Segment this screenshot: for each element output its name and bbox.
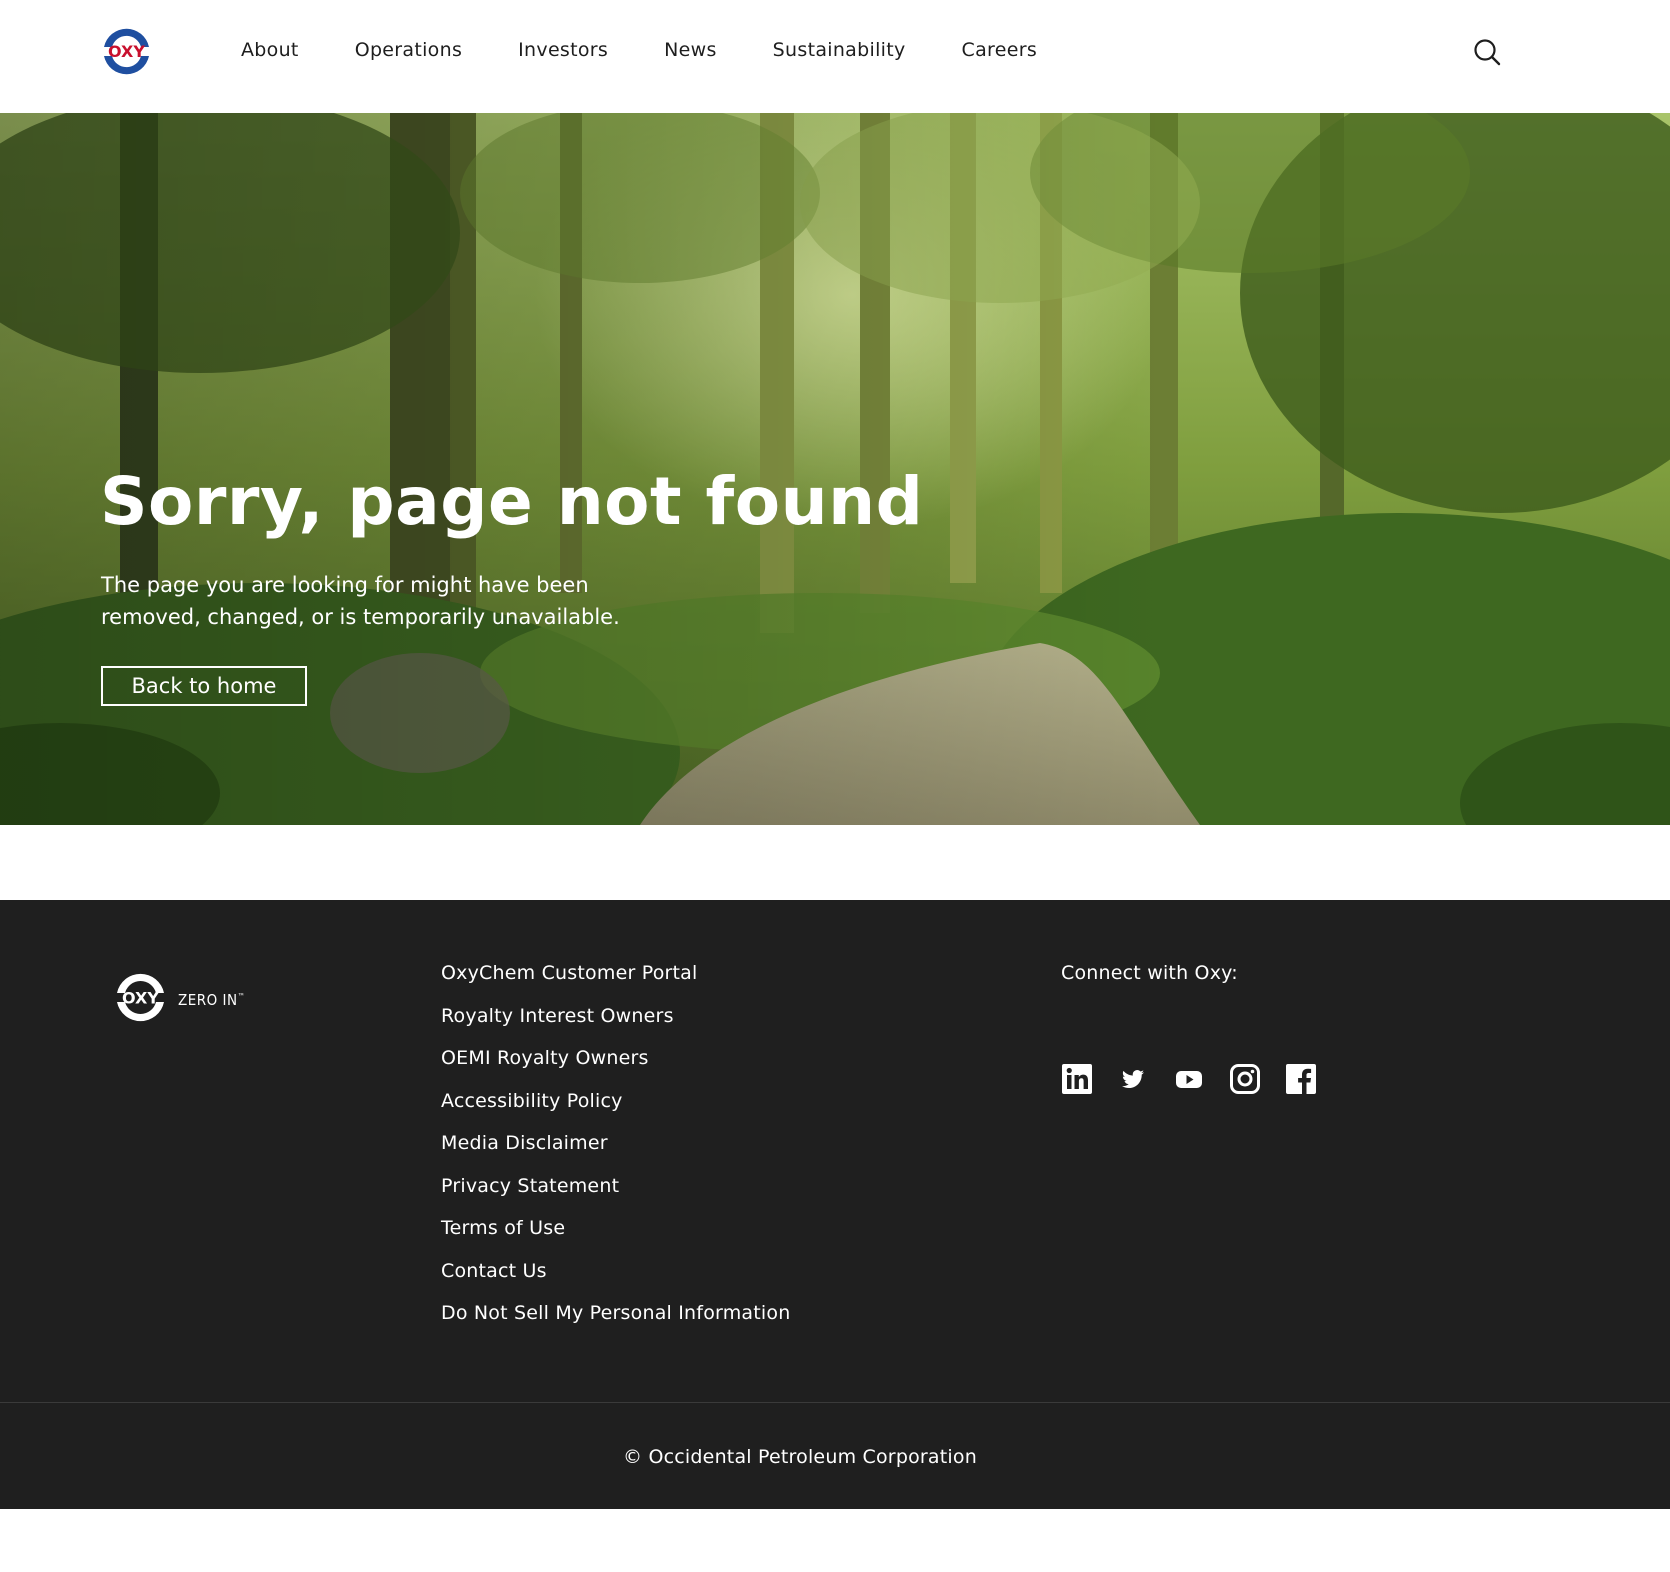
- main-nav: About Operations Investors News Sustaina…: [241, 0, 1093, 100]
- linkedin-icon[interactable]: [1061, 1063, 1093, 1095]
- facebook-icon[interactable]: [1285, 1063, 1317, 1095]
- search-icon[interactable]: [1472, 37, 1502, 67]
- footer-divider: [0, 1402, 1670, 1403]
- hero-banner: Sorry, page not found The page you are l…: [0, 113, 1670, 825]
- footer-logo-text: OXY: [122, 989, 159, 1008]
- footer-link-oemi-royalty-owners[interactable]: OEMI Royalty Owners: [441, 1047, 649, 1069]
- nav-careers[interactable]: Careers: [962, 39, 1038, 61]
- connect-label: Connect with Oxy:: [1061, 962, 1238, 984]
- copyright-text: © Occidental Petroleum Corporation: [623, 1446, 977, 1468]
- site-header: OXY About Operations Investors News Sust…: [0, 0, 1670, 113]
- footer-link-terms-of-use[interactable]: Terms of Use: [441, 1217, 565, 1239]
- footer-link-privacy-statement[interactable]: Privacy Statement: [441, 1175, 619, 1197]
- nav-about[interactable]: About: [241, 39, 299, 61]
- footer-links: OxyChem Customer Portal Royalty Interest…: [441, 962, 790, 1345]
- error-title: Sorry, page not found: [100, 463, 924, 540]
- footer-link-oxychem-portal[interactable]: OxyChem Customer Portal: [441, 962, 698, 984]
- footer-link-do-not-sell[interactable]: Do Not Sell My Personal Information: [441, 1302, 790, 1324]
- tagline-text: ZERO IN: [178, 991, 238, 1009]
- nav-news[interactable]: News: [664, 39, 717, 61]
- oxy-logo[interactable]: OXY: [100, 25, 153, 78]
- brand-tagline: ZERO IN™: [178, 991, 245, 1009]
- nav-investors[interactable]: Investors: [518, 39, 608, 61]
- trademark-mark: ™: [237, 992, 246, 1001]
- error-message: The page you are looking for might have …: [101, 573, 620, 629]
- logo-text: OXY: [108, 42, 145, 61]
- back-to-home-button[interactable]: Back to home: [101, 666, 307, 706]
- site-footer: OXY ZERO IN™ OxyChem Customer Portal Roy…: [0, 900, 1670, 1509]
- youtube-icon[interactable]: [1173, 1063, 1205, 1095]
- footer-link-royalty-interest-owners[interactable]: Royalty Interest Owners: [441, 1005, 674, 1027]
- instagram-icon[interactable]: [1229, 1063, 1261, 1095]
- nav-sustainability[interactable]: Sustainability: [773, 39, 906, 61]
- nav-operations[interactable]: Operations: [355, 39, 462, 61]
- social-links: [1061, 1063, 1341, 1095]
- footer-link-accessibility-policy[interactable]: Accessibility Policy: [441, 1090, 623, 1112]
- footer-link-media-disclaimer[interactable]: Media Disclaimer: [441, 1132, 608, 1154]
- twitter-icon[interactable]: [1117, 1063, 1149, 1095]
- footer-link-contact-us[interactable]: Contact Us: [441, 1260, 547, 1282]
- page: OXY About Operations Investors News Sust…: [0, 0, 1670, 1572]
- oxy-footer-logo[interactable]: OXY: [112, 969, 169, 1026]
